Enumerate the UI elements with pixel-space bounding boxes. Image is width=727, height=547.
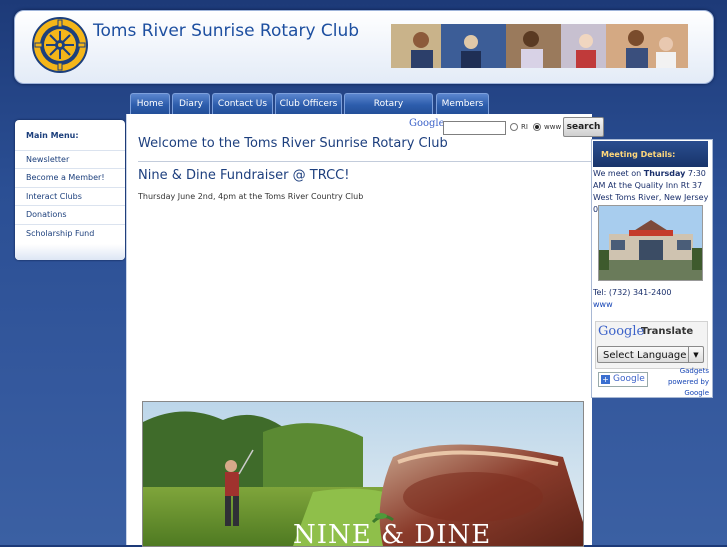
search-scope-ri-label: RI (521, 123, 528, 131)
sidebar-item-newsletter[interactable]: Newsletter (15, 150, 125, 168)
gadgets-powered-by-google[interactable]: Gadgets powered by Google (662, 366, 709, 399)
sidebar-item-scholarship-fund[interactable]: Scholarship Fund (15, 224, 125, 242)
banner-photo (391, 24, 688, 68)
sidebar-item-donations[interactable]: Donations (15, 205, 125, 223)
meeting-www-link[interactable]: www (593, 300, 613, 309)
translate-label: Translate (641, 326, 694, 337)
main-content: Welcome to the Toms River Sunrise Rotary… (126, 114, 592, 547)
title-divider (138, 161, 592, 162)
search-scope-www-label: www (544, 123, 562, 131)
promo-text: Nine & Dine (293, 520, 492, 547)
add-to-google-button[interactable]: + Google (598, 372, 648, 387)
meeting-prefix: We meet on (593, 169, 644, 178)
main-menu: Main Menu: Newsletter Become a Member! I… (15, 120, 125, 260)
article-title[interactable]: Nine & Dine Fundraiser @ TRCC! (138, 168, 349, 183)
google-search-label: Google (409, 118, 445, 129)
rotary-logo[interactable] (32, 17, 88, 73)
tab-members[interactable]: Members (436, 93, 489, 114)
meeting-details-title: Meeting Details: (601, 150, 676, 159)
gadgets-line-1: Gadgets (679, 367, 709, 375)
plus-icon: + (601, 375, 610, 384)
site-search: Google RI www search (409, 117, 604, 137)
gadgets-line-2: powered by (667, 378, 709, 386)
nine-and-dine-promo-image: Nine & Dine (142, 401, 584, 547)
page-title: Welcome to the Toms River Sunrise Rotary… (138, 136, 448, 151)
tab-home[interactable]: Home (130, 93, 170, 114)
quality-inn-photo (598, 205, 703, 281)
select-language-label: Select Language (603, 350, 687, 361)
add-to-google-label: Google (613, 374, 645, 384)
tab-club-officers[interactable]: Club Officers (275, 93, 342, 114)
tab-diary[interactable]: Diary (172, 93, 210, 114)
search-button[interactable]: search (563, 117, 604, 137)
google-translate-widget: Google Translate Select Language ▼ (595, 321, 708, 369)
article-body: Thursday June 2nd, 4pm at the Toms River… (138, 192, 364, 201)
sidebar-item-interact-clubs[interactable]: Interact Clubs (15, 187, 125, 205)
search-scope-ri-radio[interactable] (510, 123, 518, 131)
site-header: Toms River Sunrise Rotary Club (14, 10, 714, 84)
search-scope-www-radio[interactable] (533, 123, 541, 131)
search-input[interactable] (443, 121, 506, 135)
main-menu-title: Main Menu: (26, 131, 79, 140)
meeting-details-panel: Meeting Details: We meet on Thursday 7:3… (591, 139, 713, 398)
google-search-logo: Google (409, 118, 445, 129)
site-title[interactable]: Toms River Sunrise Rotary Club (93, 21, 359, 41)
google-translate-logo: Google (598, 324, 645, 339)
gadgets-line-3: Google (684, 389, 709, 397)
menu-footer (15, 244, 125, 260)
meeting-telephone: Tel: (732) 341-2400 (593, 288, 672, 297)
meeting-day: Thursday (643, 169, 686, 178)
select-language-dropdown[interactable]: Select Language ▼ (597, 346, 704, 363)
tab-contact-us[interactable]: Contact Us (212, 93, 273, 114)
meeting-details-header: Meeting Details: (593, 141, 708, 167)
tab-rotary-international[interactable]: Rotary International (344, 93, 433, 129)
sidebar-item-become-member[interactable]: Become a Member! (15, 168, 125, 186)
chevron-down-icon: ▼ (688, 347, 703, 362)
